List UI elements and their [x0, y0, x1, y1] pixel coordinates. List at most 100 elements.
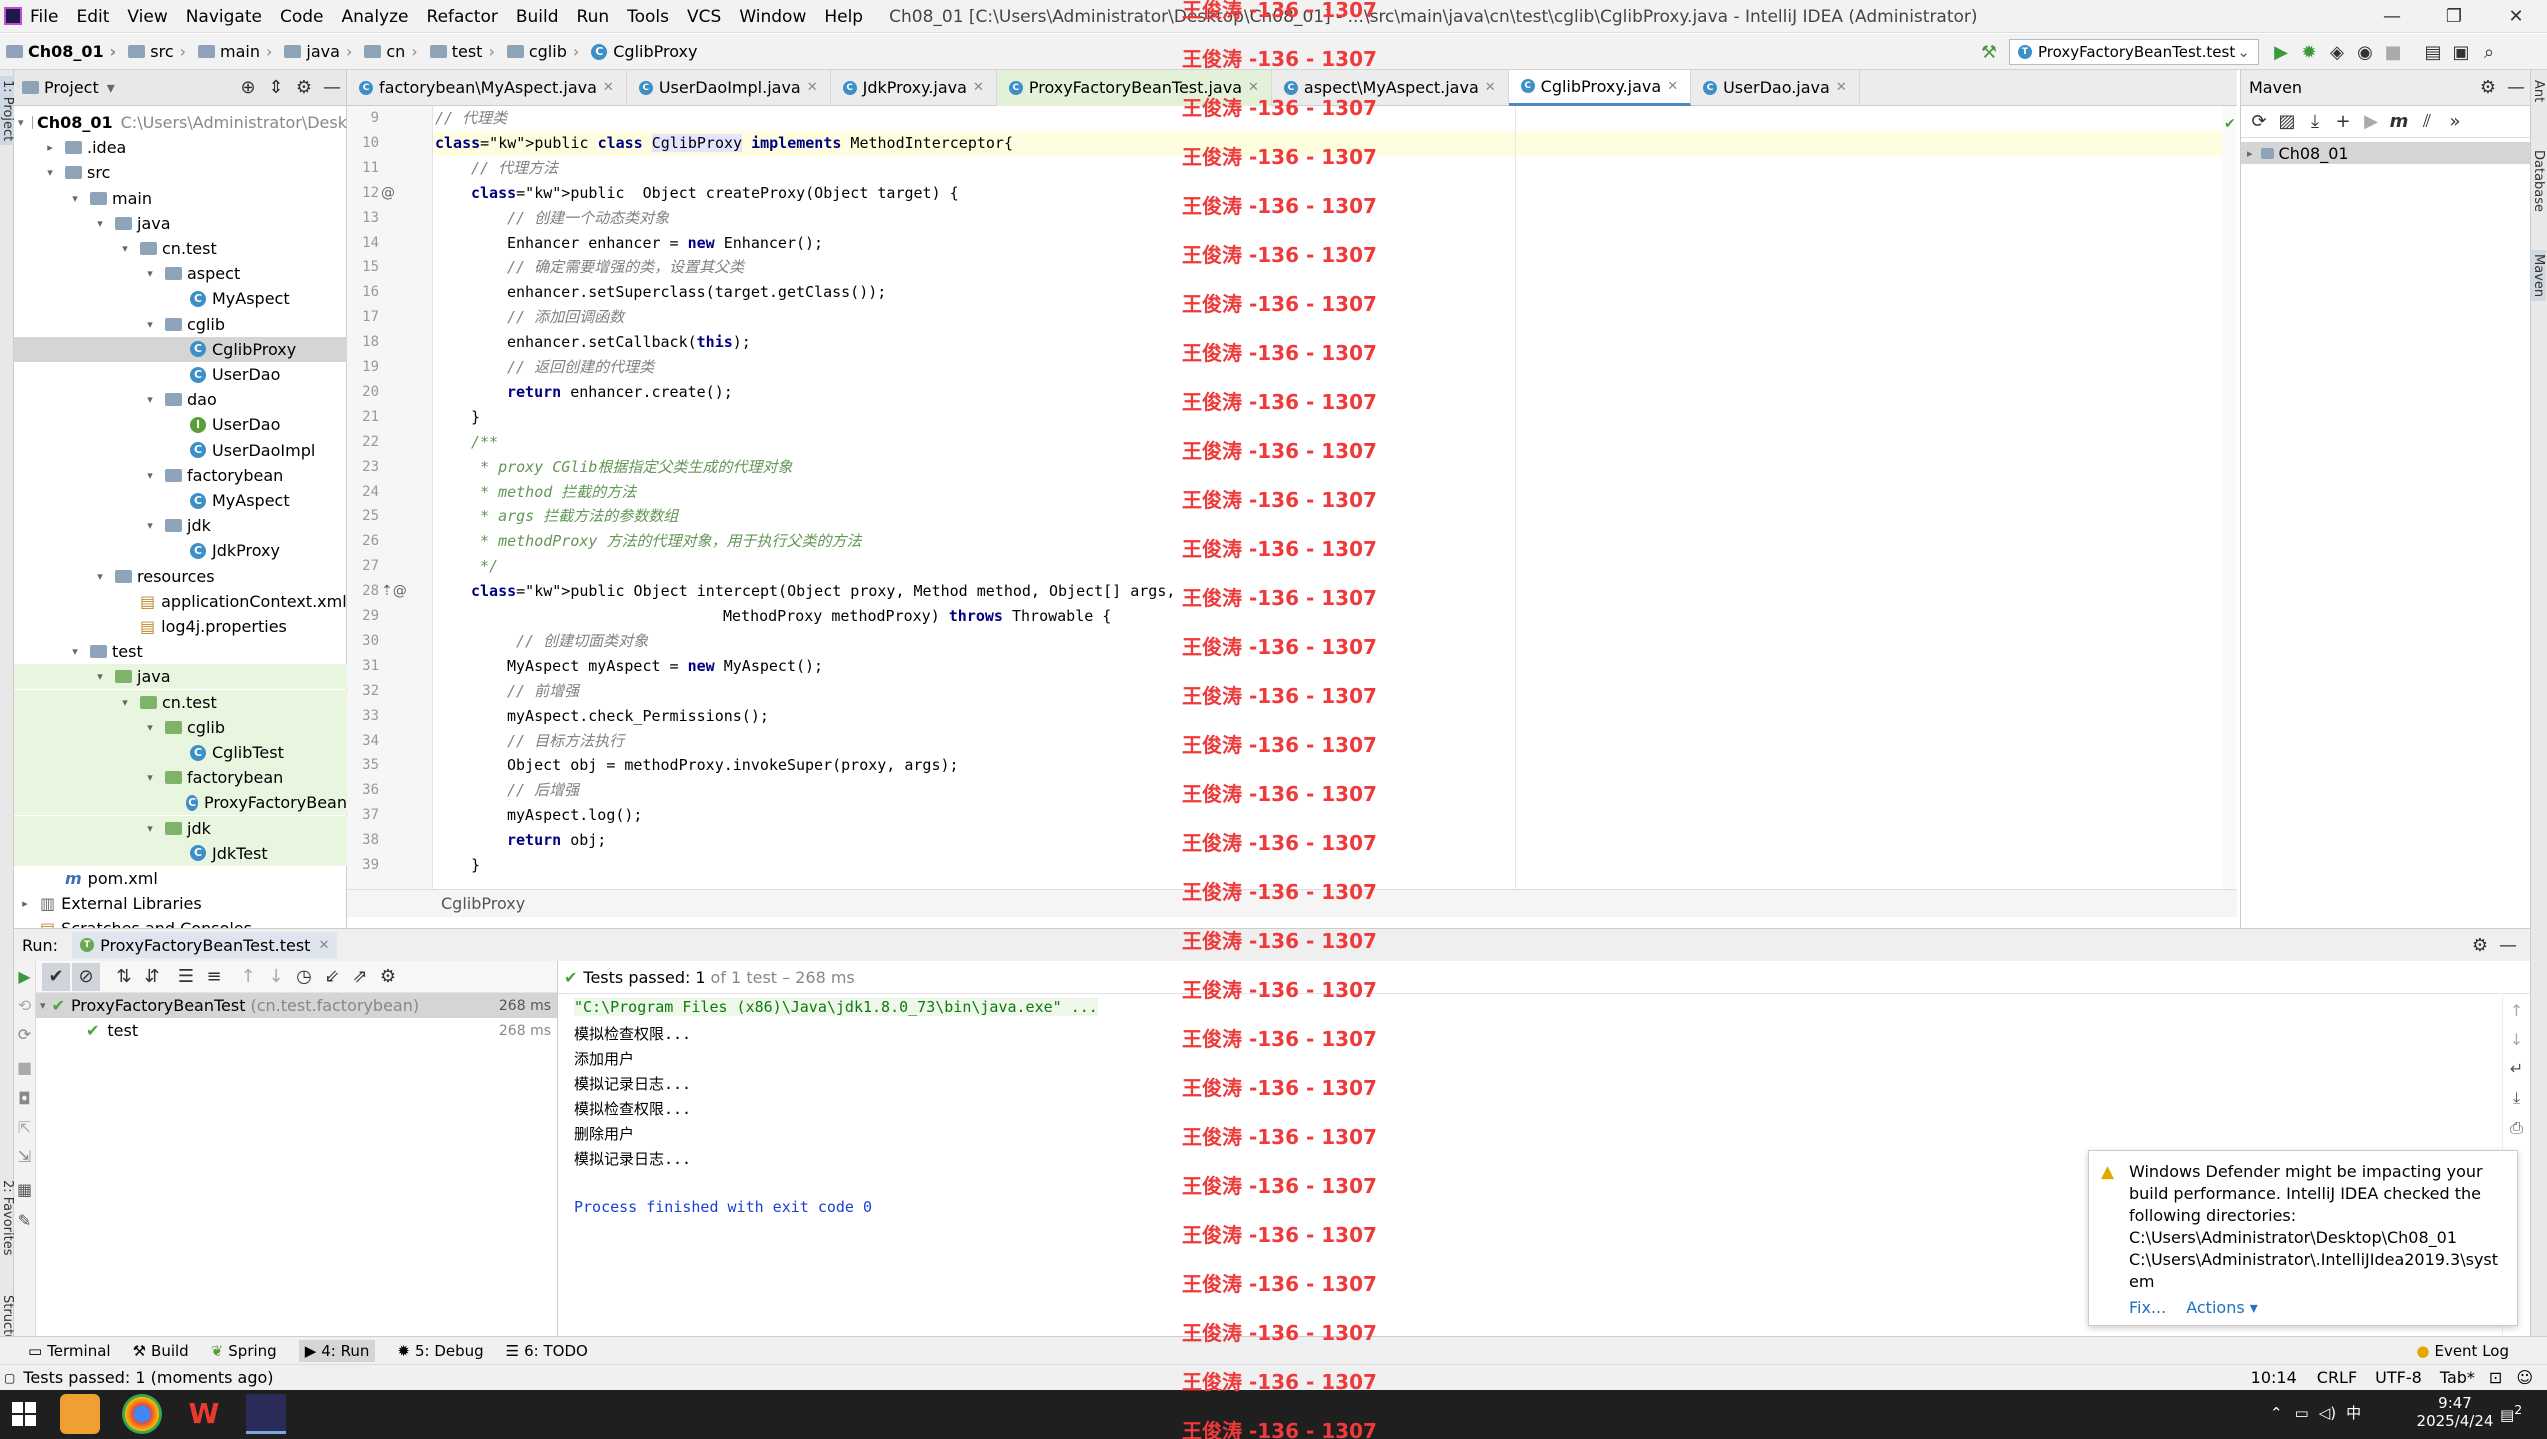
tree-node-external-libraries[interactable]: ▸ ▥ External Libraries [14, 891, 347, 916]
next-icon[interactable]: ↓ [262, 963, 290, 991]
coverage-icon[interactable]: ◈ [2323, 38, 2351, 66]
tree-node-userdao[interactable]: I UserDao [14, 412, 347, 437]
menu-refactor[interactable]: Refactor [427, 7, 498, 27]
down-icon[interactable]: ↓ [2503, 1030, 2530, 1049]
breadcrumb-item[interactable]: main › [198, 42, 278, 61]
soft-wrap-icon[interactable]: ↵ [2503, 1059, 2530, 1078]
chevron-down-icon[interactable]: ▾ [107, 78, 115, 97]
history-icon[interactable]: ◷ [290, 963, 318, 991]
inspector-icon[interactable]: ☺ [2516, 1368, 2533, 1387]
show-passed-icon[interactable]: ✔ [42, 962, 70, 991]
camera-icon[interactable]: ◘ [14, 1089, 35, 1108]
breadcrumb-item[interactable]: cn › [364, 42, 423, 61]
tree-node-cglibproxy[interactable]: C CglibProxy [14, 336, 347, 362]
up-icon[interactable]: ↑ [2503, 1001, 2530, 1020]
test-row-suite[interactable]: ▾ ✔ ProxyFactoryBeanTest (cn.test.factor… [36, 993, 557, 1018]
menu-file[interactable]: File [30, 7, 58, 27]
close-tab-icon[interactable]: ✕ [1667, 79, 1678, 94]
run-configuration-select[interactable]: T ProxyFactoryBeanTest.test ⌄ [2009, 39, 2259, 65]
favorites-tool-tab[interactable]: 2: Favorites [0, 1180, 15, 1256]
chevron-up-icon[interactable]: ⌃ [2270, 1404, 2283, 1422]
project-tool-tab[interactable]: 1: Project [0, 76, 15, 146]
tree-node-myaspect[interactable]: C MyAspect [14, 286, 347, 311]
tree-node-aspect[interactable]: ▾ aspect [14, 261, 347, 286]
close-icon[interactable]: ✕ [318, 938, 329, 953]
gear-icon[interactable]: ⚙ [2474, 74, 2502, 102]
line-separator[interactable]: CRLF [2317, 1368, 2357, 1387]
tree-node-cglibtest[interactable]: C CglibTest [14, 740, 347, 765]
debug-tab[interactable]: ✹ 5: Debug [397, 1342, 483, 1360]
skip-tests-icon[interactable]: ⫽ [2413, 108, 2441, 136]
run-tab[interactable]: T ProxyFactoryBeanTest.test ✕ [72, 932, 338, 958]
test-row-test[interactable]: ✔ test 268 ms [36, 1018, 557, 1043]
tree-node-main[interactable]: ▾ main [14, 186, 347, 211]
menu-window[interactable]: Window [739, 7, 806, 27]
import-icon[interactable]: ⇲ [14, 1147, 35, 1166]
wps-icon[interactable]: W [184, 1394, 224, 1434]
tree-node-proxyfactorybean[interactable]: C ProxyFactoryBean [14, 790, 347, 816]
event-log-tab[interactable]: ● Event Log [2416, 1342, 2509, 1360]
editor-tab[interactable]: Cfactorybean\MyAspect.java ✕ [347, 69, 627, 106]
spring-tab[interactable]: ❦ Spring [211, 1342, 277, 1360]
terminal-tab[interactable]: ▭ Terminal [28, 1342, 111, 1360]
menu-run[interactable]: Run [577, 7, 610, 27]
app-icon-orange[interactable] [60, 1394, 100, 1434]
breadcrumb-item[interactable]: test › [429, 42, 501, 61]
layout-icon[interactable]: ▦ [14, 1180, 35, 1199]
maven-project-row[interactable]: ▸ Ch08_01 [2241, 142, 2530, 164]
minimize-button[interactable]: — [2361, 0, 2423, 33]
clock[interactable]: 9:47 2025/4/24 [2410, 1394, 2500, 1430]
project-structure-icon[interactable]: ▤ [2419, 38, 2447, 66]
import-tests-icon[interactable]: ⇙ [318, 963, 346, 991]
rerun-failed-icon[interactable]: ⟲ [14, 996, 35, 1015]
build-tab[interactable]: ⚒ Build [133, 1342, 189, 1360]
debug-icon[interactable]: ✹ [2295, 38, 2323, 66]
tree-node-cn-test[interactable]: ▾ cn.test [14, 689, 347, 715]
download-icon[interactable]: ⤓ [2301, 108, 2329, 136]
indent-setting[interactable]: Tab* [2440, 1368, 2475, 1387]
export-tests-icon[interactable]: ⇗ [346, 963, 374, 991]
menu-navigate[interactable]: Navigate [186, 7, 262, 27]
menu-vcs[interactable]: VCS [687, 7, 721, 27]
maven-goal-icon[interactable]: m [2385, 108, 2413, 136]
tree-node-java[interactable]: ▾ java [14, 211, 347, 236]
hide-icon[interactable]: — [2494, 931, 2522, 959]
menu-analyze[interactable]: Analyze [342, 7, 409, 27]
override-marker-icon[interactable]: @ [381, 185, 395, 201]
search-icon[interactable]: ⌕ [2475, 38, 2503, 66]
hide-icon[interactable]: — [2502, 74, 2530, 102]
tree-node-userdaoimpl[interactable]: C UserDaoImpl [14, 438, 347, 463]
editor-tab[interactable]: C UserDaoImpl.java ✕ [627, 69, 831, 106]
collapse-icon[interactable]: ⇕ [262, 74, 290, 102]
tree-node-src[interactable]: ▾ src [14, 160, 347, 185]
tree-node-myaspect[interactable]: C MyAspect [14, 488, 347, 513]
pin-icon[interactable]: ✎ [14, 1211, 35, 1230]
build-hammer-icon[interactable]: ⚒ [1975, 38, 2003, 66]
project-view-select[interactable]: Project [44, 78, 99, 97]
maven-tool-tab[interactable]: Maven [2531, 250, 2546, 302]
tree-node-cn-test[interactable]: ▾ cn.test [14, 236, 347, 261]
database-tool-tab[interactable]: Database [2531, 150, 2546, 212]
tree-node-cglib[interactable]: ▾ cglib [14, 312, 347, 337]
tree-node-dao[interactable]: ▾ dao [14, 387, 347, 412]
override-marker-icon[interactable]: ⇡@ [381, 583, 407, 599]
tree-node-jdkproxy[interactable]: C JdkProxy [14, 538, 347, 563]
plus-icon[interactable]: + [2329, 108, 2357, 136]
editor-tab[interactable]: C CglibProxy.java ✕ [1508, 69, 1692, 106]
show-ignored-icon[interactable]: ⊘ [72, 962, 100, 991]
network-icon[interactable]: ▭ [2295, 1404, 2309, 1422]
tree-node-java[interactable]: ▾ java [14, 664, 347, 690]
tree-node-applicationcontext-xml[interactable]: ▤ applicationContext.xml [14, 589, 347, 614]
ant-tool-tab[interactable]: Ant [2531, 80, 2546, 102]
menu-view[interactable]: View [127, 7, 167, 27]
collapse-all-icon[interactable]: ≡ [200, 963, 228, 991]
reload-icon[interactable]: ⟳ [2245, 108, 2273, 136]
tree-node--idea[interactable]: ▸ .idea [14, 135, 347, 160]
fix-link[interactable]: Fix... [2129, 1297, 2166, 1319]
gear-icon[interactable]: ⚙ [290, 74, 318, 102]
sort-duration-icon[interactable]: ⇵ [138, 963, 166, 991]
tree-node-jdk[interactable]: ▾ jdk [14, 513, 347, 538]
restore-button[interactable]: ❐ [2423, 0, 2485, 33]
expand-all-icon[interactable]: ☰ [172, 963, 200, 991]
todo-tab[interactable]: ☰ 6: TODO [506, 1342, 588, 1360]
